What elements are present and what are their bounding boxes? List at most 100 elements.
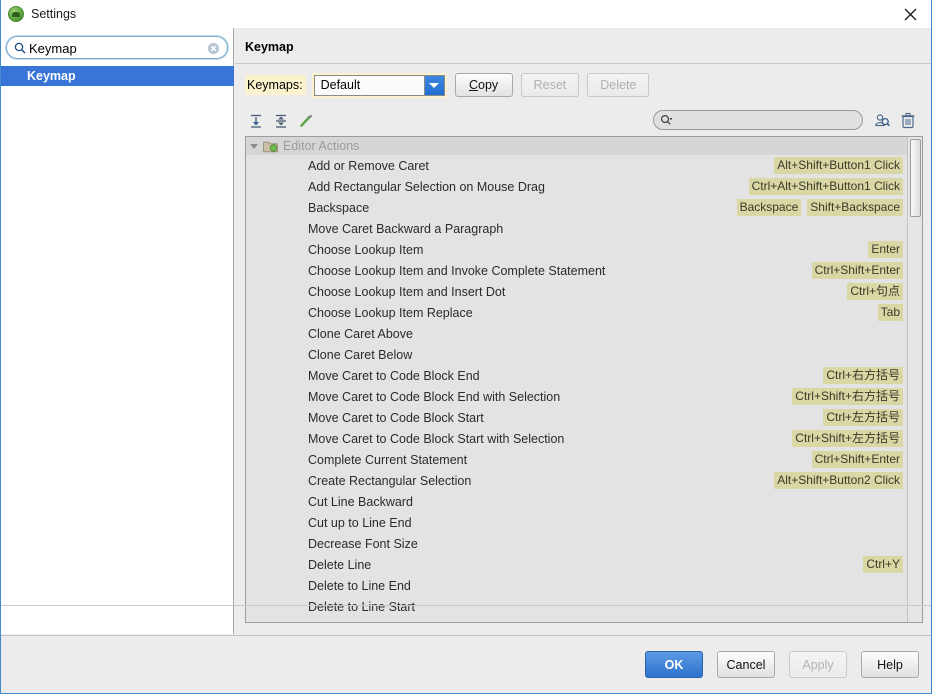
filter-input[interactable] [653, 110, 863, 130]
shortcut-chip: Ctrl+Alt+Shift+Button1 Click [748, 178, 903, 195]
sidebar-item-keymap[interactable]: Keymap [1, 66, 234, 86]
table-row[interactable]: Move Caret Backward a Paragraph [246, 218, 908, 239]
footer-divider [1, 605, 931, 606]
shortcut-chip: Alt+Shift+Button2 Click [774, 472, 903, 489]
folder-icon [263, 141, 278, 152]
table-row[interactable]: Choose Lookup Item Replace Tab [246, 302, 908, 323]
action-name: Decrease Font Size [308, 536, 418, 551]
close-icon[interactable] [887, 0, 931, 28]
cancel-button[interactable]: Cancel [717, 651, 775, 678]
reset-button[interactable]: Reset [520, 73, 580, 97]
find-by-shortcut-icon[interactable] [870, 109, 892, 131]
action-shortcuts: Tab [877, 304, 903, 321]
shortcut-chip: Ctrl+Shift+Enter [811, 262, 903, 279]
table-row[interactable]: Complete Current Statement Ctrl+Shift+Ent… [246, 449, 908, 470]
shortcut-chip: Ctrl+Shift+左方括号 [792, 430, 903, 447]
table-row[interactable]: Delete to Line Start [246, 596, 908, 617]
table-row[interactable]: Create Rectangular Selection Alt+Shift+Bu… [246, 470, 908, 491]
ok-button[interactable]: OK [645, 651, 703, 678]
search-input[interactable] [29, 39, 207, 58]
footer-buttons: OK Cancel Apply Help [645, 651, 919, 678]
table-row[interactable]: Backspace Backspace Shift+Backspace [246, 197, 908, 218]
action-name: Delete Line [308, 557, 372, 572]
search-icon [14, 42, 26, 54]
table-row[interactable]: Move Caret to Code Block Start with Sele… [246, 428, 908, 449]
help-button[interactable]: Help [861, 651, 919, 678]
action-name: Move Caret to Code Block Start with Sele… [308, 431, 565, 446]
shortcut-chip: Ctrl+左方括号 [823, 409, 903, 426]
action-name: Delete to Line End [308, 578, 411, 593]
table-row[interactable]: Cut up to Line End [246, 512, 908, 533]
chevron-down-icon[interactable] [423, 75, 444, 95]
action-name: Move Caret to Code Block End with Select… [308, 389, 561, 404]
keymap-toolbar [245, 108, 923, 134]
shortcut-chip: Shift+Backspace [807, 199, 903, 216]
shortcut-filter [653, 110, 863, 130]
delete-button[interactable]: Delete [587, 73, 650, 97]
expand-all-icon[interactable] [245, 111, 267, 131]
shortcut-chip: Ctrl+右方括号 [823, 367, 903, 384]
action-shortcuts: Ctrl+句点 [847, 283, 903, 300]
tree-group-label: Editor Actions [283, 139, 360, 153]
shortcut-chip: Alt+Shift+Button1 Click [774, 157, 903, 174]
action-shortcuts: Alt+Shift+Button2 Click [774, 472, 903, 489]
table-row[interactable]: Choose Lookup Item Enter [246, 239, 908, 260]
edit-shortcut-icon[interactable] [295, 111, 317, 131]
action-name: Choose Lookup Item [308, 242, 424, 257]
shortcut-chip: Backspace [736, 199, 802, 216]
collapse-all-icon[interactable] [270, 111, 292, 131]
table-row[interactable]: Clone Caret Above [246, 323, 908, 344]
settings-dialog: Settings Keymap Keymap Keymap Keymaps: D… [0, 0, 932, 694]
panel-header: Keymap [235, 28, 931, 64]
page-title: Keymap [245, 40, 294, 54]
table-row[interactable]: Move Caret to Code Block End with Select… [246, 386, 908, 407]
action-name: Add Rectangular Selection on Mouse Drag [308, 179, 545, 194]
apply-button[interactable]: Apply [789, 651, 847, 678]
shortcut-chip: Ctrl+Y [863, 556, 903, 573]
action-shortcuts: Ctrl+Shift+Enter [811, 451, 903, 468]
action-name: Add or Remove Caret [308, 158, 429, 173]
table-row[interactable]: Add or Remove Caret Alt+Shift+Button1 Cli… [246, 155, 908, 176]
action-shortcuts: Backspace Shift+Backspace [736, 199, 903, 216]
action-name: Cut Line Backward [308, 494, 413, 509]
clear-circle-icon[interactable] [207, 42, 220, 55]
sidebar-search [6, 36, 228, 59]
search-dropdown-icon[interactable] [660, 114, 673, 127]
action-shortcuts: Ctrl+右方括号 [823, 367, 903, 384]
action-shortcuts: Ctrl+Shift+Enter [811, 262, 903, 279]
tree-vertical-scrollbar[interactable] [907, 137, 922, 622]
table-row[interactable]: Decrease Font Size [246, 533, 908, 554]
clear-filter-trash-icon[interactable] [897, 109, 919, 131]
table-row[interactable]: Delete to Line End [246, 575, 908, 596]
table-row[interactable]: Add Rectangular Selection on Mouse Drag C… [246, 176, 908, 197]
tree-group-editor-actions[interactable]: Editor Actions [246, 137, 908, 155]
action-name: Choose Lookup Item and Invoke Complete S… [308, 263, 606, 278]
action-name: Choose Lookup Item and Insert Dot [308, 284, 506, 299]
shortcut-chip: Ctrl+句点 [847, 283, 903, 300]
action-name: Clone Caret Above [308, 326, 413, 341]
shortcut-chip: Enter [868, 241, 903, 258]
keymap-select[interactable]: Default [313, 74, 445, 96]
action-name: Create Rectangular Selection [308, 473, 472, 488]
keymap-tree[interactable]: Editor Actions Add or Remove Caret Alt+Sh… [245, 136, 923, 623]
table-row[interactable]: Move Caret to Code Block End Ctrl+右方括号 [246, 365, 908, 386]
action-name: Move Caret Backward a Paragraph [308, 221, 504, 236]
action-name: Clone Caret Below [308, 347, 413, 362]
table-row[interactable]: Choose Lookup Item and Insert Dot Ctrl+句点 [246, 281, 908, 302]
copy-button[interactable]: Copy [454, 73, 513, 97]
tree-scrollbar-thumb[interactable] [910, 139, 921, 217]
chevron-down-icon[interactable] [250, 143, 258, 149]
table-row[interactable]: Delete Line Ctrl+Y [246, 554, 908, 575]
search-box[interactable] [6, 36, 228, 59]
table-row[interactable]: Cut Line Backward [246, 491, 908, 512]
table-row[interactable]: Choose Lookup Item and Invoke Complete S… [246, 260, 908, 281]
action-shortcuts: Ctrl+Shift+右方括号 [792, 388, 903, 405]
window-title: Settings [31, 7, 77, 21]
action-shortcuts: Alt+Shift+Button1 Click [774, 157, 903, 174]
dialog-footer: OK Cancel Apply Help [1, 635, 931, 693]
action-name: Delete to Line Start [308, 599, 416, 614]
table-row[interactable]: Clone Caret Below [246, 344, 908, 365]
action-name: Complete Current Statement [308, 452, 468, 467]
table-row[interactable]: Move Caret to Code Block Start Ctrl+左方括号 [246, 407, 908, 428]
sidebar-item-label: Keymap [27, 69, 76, 83]
